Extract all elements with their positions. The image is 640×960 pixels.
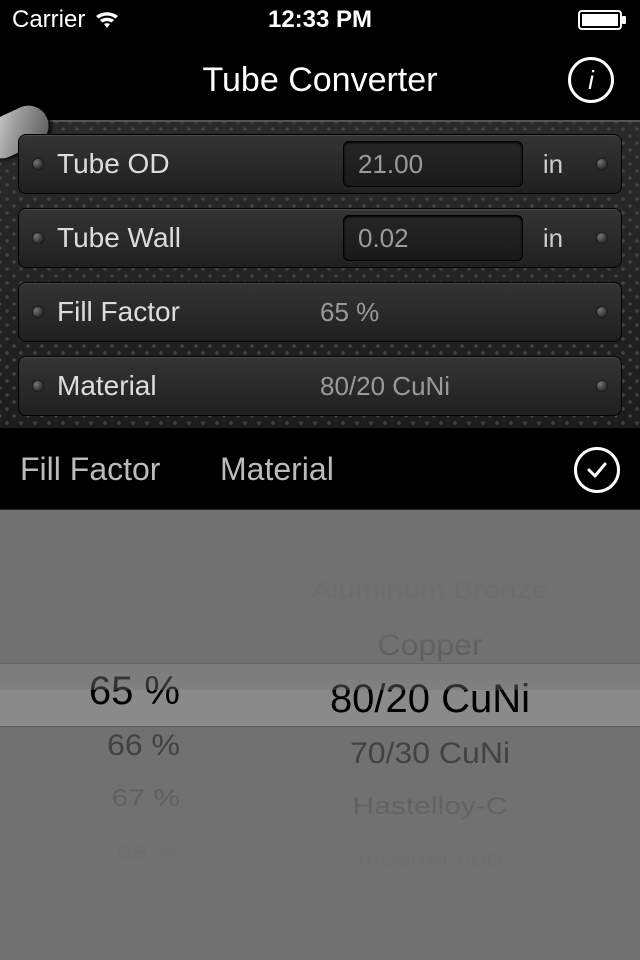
unit-tube-wall: in [523,223,583,254]
wifi-icon [93,10,121,30]
picker-item[interactable]: Aluminum Bronze [312,569,549,612]
field-tube-od: Tube OD 21.00 in [18,134,622,194]
label-material: Material [57,370,320,402]
picker-item[interactable]: 66 % [107,720,180,770]
field-material[interactable]: Material 80/20 CuNi [18,356,622,416]
picker-col-header-fill: Fill Factor [20,451,220,488]
rivet-icon [597,381,607,391]
picker-item[interactable]: Inconel 600 [358,843,503,878]
value-fill-factor: 65 % [320,297,583,328]
label-tube-od: Tube OD [57,148,343,180]
picker-header: Fill Factor Material [0,430,640,510]
picker-item[interactable]: 80/20 CuNi [330,672,530,726]
picker-item[interactable]: Copper [378,620,483,670]
picker-item[interactable]: Admiralty Brass [332,519,528,554]
label-tube-wall: Tube Wall [57,222,343,254]
picker: 65 % 66 % 67 % 68 % Admiralty Brass Alum… [0,510,640,960]
battery-icon [578,10,628,30]
label-fill-factor: Fill Factor [57,296,320,328]
info-icon: i [588,65,594,96]
field-fill-factor[interactable]: Fill Factor 65 % [18,282,622,342]
rivet-icon [33,381,43,391]
picker-item[interactable]: 68 % [116,835,180,870]
picker-column-fill[interactable]: 65 % 66 % 67 % 68 % [0,510,220,960]
input-panel: Tube OD 21.00 in Tube Wall 0.02 in Fill … [0,120,640,430]
check-icon [585,458,609,482]
picker-col-header-material: Material [220,451,334,488]
nav-bar: Tube Converter i [0,40,640,120]
rivet-icon [597,159,607,169]
rivet-icon [597,307,607,317]
field-tube-wall: Tube Wall 0.02 in [18,208,622,268]
carrier-label: Carrier [12,6,85,34]
input-tube-od[interactable]: 21.00 [343,141,523,187]
picker-column-material[interactable]: Admiralty Brass Aluminum Bronze Copper 8… [220,510,640,960]
rivet-icon [33,159,43,169]
page-title: Tube Converter [203,61,438,100]
rivet-icon [33,307,43,317]
status-bar: Carrier 12:33 PM [0,0,640,40]
input-tube-wall[interactable]: 0.02 [343,215,523,261]
picker-item[interactable]: 70/30 CuNi [350,728,510,778]
confirm-button[interactable] [574,447,620,493]
picker-item[interactable]: 67 % [112,777,180,820]
unit-tube-od: in [523,149,583,180]
value-material: 80/20 CuNi [320,371,583,402]
picker-item[interactable]: Hastelloy-C [352,785,507,828]
rivet-icon [33,233,43,243]
rivet-icon [597,233,607,243]
info-button[interactable]: i [568,57,614,103]
picker-item[interactable]: 65 % [89,664,180,718]
